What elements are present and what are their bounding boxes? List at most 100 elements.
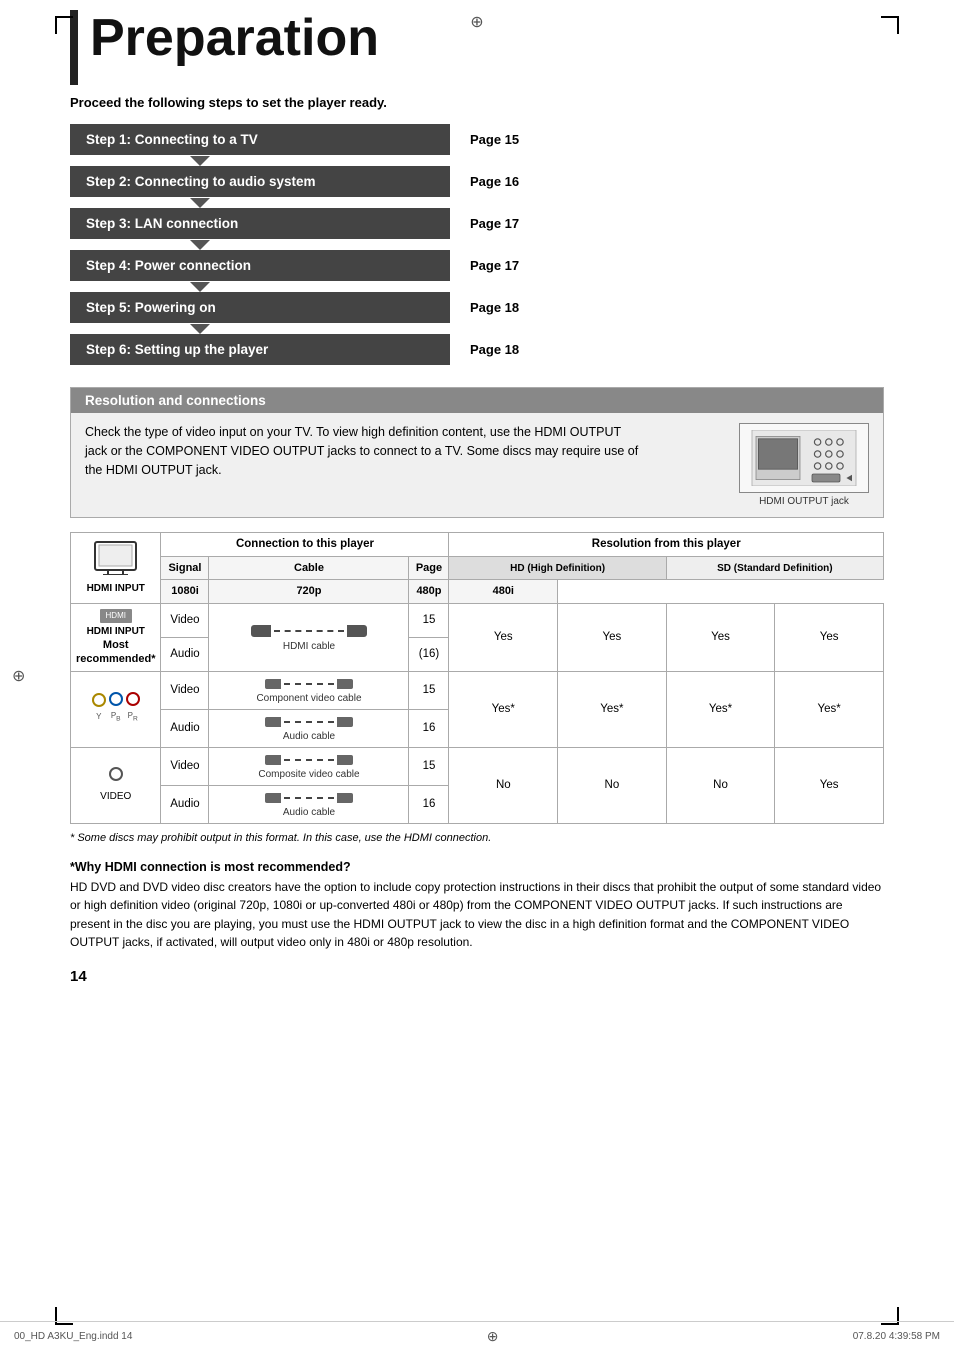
table-col-1080i: 1080i [161,580,209,603]
resolution-text: Check the type of video input on your TV… [85,423,645,479]
table-cell-composite-1080i: No [449,747,558,823]
port-y-label: Y [92,712,106,722]
composite-video-cable-diagram [214,755,403,765]
table-row-composite-video: VIDEO Video Composite video cable 15 No … [71,747,884,785]
port-y [92,693,106,707]
arrow-icon-3 [190,240,210,250]
table-cell-composite-video-page: 15 [409,747,449,785]
step-page-4: Page 17 [470,258,519,273]
table-cell-hdmi-480p: Yes [666,603,775,671]
table-cell-composite-input: VIDEO [71,747,161,823]
table-cell-component-audio-cable: Audio cable [209,709,409,747]
resolution-body: Check the type of video input on your TV… [71,413,883,517]
step-row-6: Step 6: Setting up the player Page 18 [70,334,884,365]
comp-vid-plug-left [265,755,281,765]
table-cell-hdmi-video-page: 15 [409,603,449,637]
main-content: Preparation Proceed the following steps … [0,0,954,1005]
table-cell-composite-video-cable: Composite video cable [209,747,409,785]
step-page-3: Page 17 [470,216,519,231]
table-footnote: * Some discs may prohibit output in this… [70,832,884,844]
table-subheader-page: Page [409,556,449,579]
resolution-table: HDMI INPUT Connection to this player Res… [70,532,884,824]
table-cell-composite-720p: No [558,747,667,823]
arrow-icon-1 [190,156,210,166]
why-hdmi-section: *Why HDMI connection is most recommended… [70,860,884,952]
table-cell-hdmi-audio-signal: Audio [161,637,209,671]
comp-audio-wire [284,721,334,723]
table-cell-hdmi-480i: Yes [775,603,884,671]
table-row-hdmi-video: HDMI HDMI INPUT Mostrecommended* Video H… [71,603,884,637]
step-arrow-5 [70,324,884,334]
table-cell-component-480p: Yes* [666,671,775,747]
step-box-6: Step 6: Setting up the player [70,334,450,365]
resolution-section: Resolution and connections Check the typ… [70,387,884,518]
table-header-connection: Connection to this player [161,533,449,557]
step-row-2: Step 2: Connecting to audio system Page … [70,166,884,197]
table-cell-component-720p: Yes* [558,671,667,747]
heading-bar [70,10,78,85]
table-cell-hdmi-video-signal: Video [161,603,209,637]
step-box-2: Step 2: Connecting to audio system [70,166,450,197]
table-subheader-signal: Signal [161,556,209,579]
hdmi-input-label: HDMI INPUT [76,625,155,638]
table-cell-composite-480i: Yes [775,747,884,823]
component-video-cable-label: Component video cable [214,692,403,705]
table-cell-component-video-page: 15 [409,671,449,709]
arrow-icon-2 [190,198,210,208]
bottom-right-text: 07.8.20 4:39:58 PM [853,1331,940,1342]
table-header-resolution: Resolution from this player [449,533,884,557]
table-cell-hdmi-input: HDMI HDMI INPUT Mostrecommended* [71,603,161,671]
comp-vid-wire [284,759,334,761]
step-row-1: Step 1: Connecting to a TV Page 15 [70,124,884,155]
port-pr-label: PR [126,711,140,724]
compass-icon-left: ⊕ [12,666,25,686]
bottom-compass-icon: ⊕ [487,1328,499,1345]
comp-vid-plug-right [337,755,353,765]
table-col-720p: 720p [209,580,409,603]
hdmi-port-icon: HDMI [100,609,132,623]
hdmi-diagram-svg [746,430,862,486]
arrow-icon-4 [190,282,210,292]
composite-port-icon [109,767,123,781]
table-cell-composite-audio-page: 16 [409,785,449,823]
page-number: 14 [70,968,884,985]
step-arrow-3 [70,240,884,250]
table-cell-component-audio-signal: Audio [161,709,209,747]
hdmi-cable-label: HDMI cable [214,640,403,653]
step-box-1: Step 1: Connecting to a TV [70,124,450,155]
step-arrow-1 [70,156,884,166]
video-label: VIDEO [76,790,155,803]
step-row-5: Step 5: Powering on Page 18 [70,292,884,323]
component-audio-cable-label: Audio cable [214,730,403,743]
table-sd-header: SD (Standard Definition) [666,556,883,579]
step-page-5: Page 18 [470,300,519,315]
subtitle: Proceed the following steps to set the p… [70,95,884,110]
table-cell-composite-audio-cable: Audio cable [209,785,409,823]
table-cell-component-audio-page: 16 [409,709,449,747]
comp-video-plug-left [265,679,281,689]
table-hd-header: HD (High Definition) [449,556,666,579]
component-audio-cable-diagram [214,717,403,727]
hdmi-image-box: HDMI OUTPUT jack [739,423,869,507]
step-row-4: Step 4: Power connection Page 17 [70,250,884,281]
why-hdmi-title: *Why HDMI connection is most recommended… [70,860,884,874]
table-cell-composite-480p: No [666,747,775,823]
comp-audio-plug-right [337,717,353,727]
hdmi-plug-left [251,625,271,637]
comp-aud-plug-left [265,793,281,803]
why-hdmi-text: HD DVD and DVD video disc creators have … [70,878,884,952]
hdmi-plug-right [347,625,367,637]
table-cell-component-1080i: Yes* [449,671,558,747]
comp-aud-wire [284,797,334,799]
step-box-5: Step 5: Powering on [70,292,450,323]
page: ⊕ ⊕ Preparation Proceed the following st… [0,0,954,1351]
table-header-tv: HDMI INPUT [71,533,161,604]
component-ports-icon: Y PB PR [76,692,155,724]
step-page-2: Page 16 [470,174,519,189]
table-subheader-cable: Cable [209,556,409,579]
hdmi-cable-diagram [214,625,403,637]
table-cell-hdmi-1080i: Yes [449,603,558,671]
table-cell-component-input: Y PB PR [71,671,161,747]
table-cell-hdmi-audio-page: (16) [409,637,449,671]
table-cell-component-video-signal: Video [161,671,209,709]
